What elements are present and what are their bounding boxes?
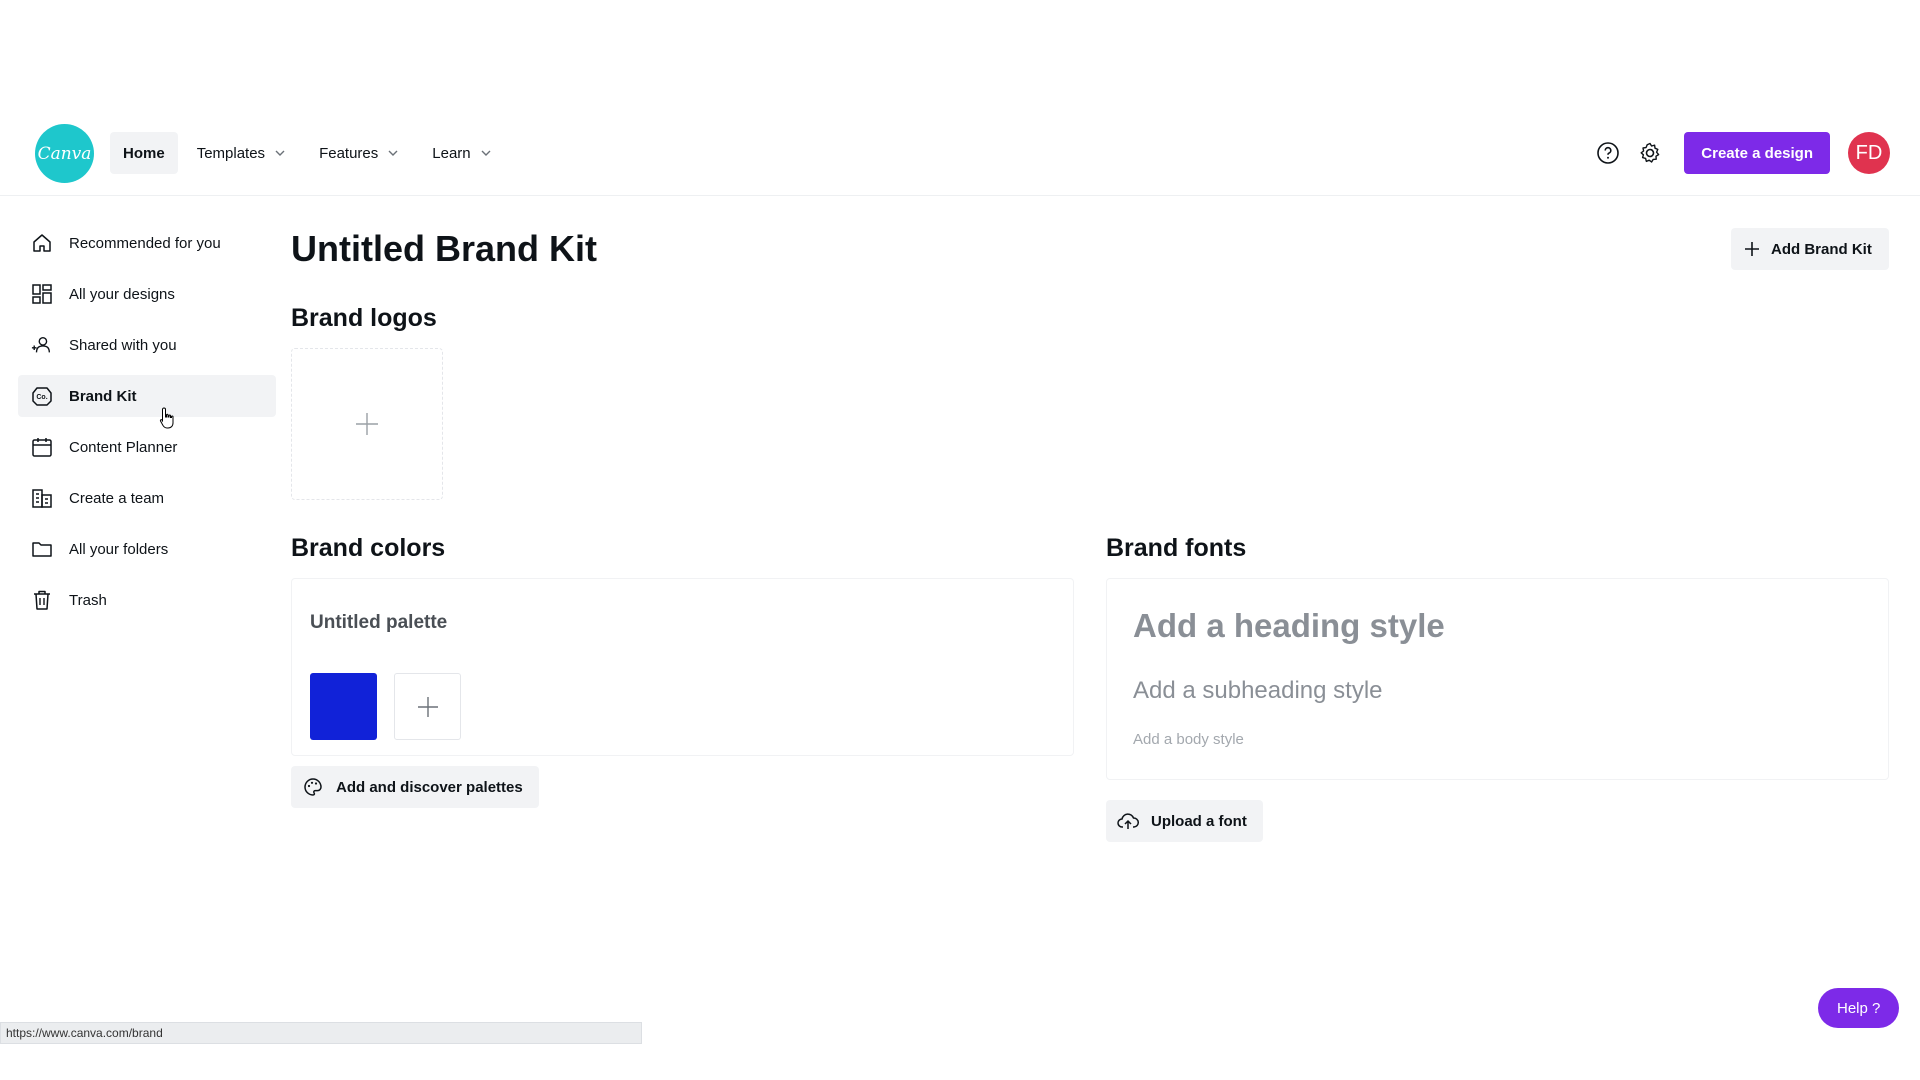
calendar-icon	[31, 436, 53, 458]
chevron-down-icon	[481, 150, 491, 156]
nav-templates[interactable]: Templates	[184, 132, 300, 174]
palette-icon	[302, 776, 324, 798]
add-discover-palettes-label: Add and discover palettes	[336, 778, 523, 796]
sidebar-item-label: Create a team	[69, 489, 165, 507]
sidebar-item-label: Brand Kit	[69, 387, 137, 405]
status-bar-url: https://www.canva.com/brand	[0, 1022, 642, 1044]
nav-templates-label: Templates	[196, 144, 266, 162]
home-icon	[31, 232, 53, 254]
palette-card: Untitled palette	[291, 578, 1074, 756]
add-logo-button[interactable]	[291, 348, 443, 500]
sidebar-item-all-designs[interactable]: All your designs	[18, 273, 276, 315]
add-color-button[interactable]	[394, 673, 461, 740]
nav-learn-label: Learn	[432, 144, 471, 162]
sidebar: Recommended for you All your designs Sha…	[18, 222, 276, 630]
sidebar-item-label: All your designs	[69, 285, 175, 303]
brand-logos-title: Brand logos	[291, 304, 437, 332]
sidebar-item-label: Content Planner	[69, 438, 178, 456]
chevron-down-icon	[388, 150, 398, 156]
logo-text: Canva	[37, 143, 92, 164]
upload-font-button[interactable]: Upload a font	[1106, 800, 1263, 842]
sidebar-item-content-planner[interactable]: Content Planner	[18, 426, 276, 468]
help-button[interactable]: Help ?	[1818, 988, 1900, 1028]
nav-home-label: Home	[123, 144, 165, 162]
sidebar-item-brand-kit[interactable]: Co. Brand Kit	[18, 375, 276, 417]
team-building-icon	[31, 487, 53, 509]
trash-icon	[31, 589, 53, 611]
sidebar-item-create-team[interactable]: Create a team	[18, 477, 276, 519]
nav-learn[interactable]: Learn	[419, 132, 505, 174]
plus-icon	[417, 696, 438, 717]
grid-icon	[31, 283, 53, 305]
heading-style-field[interactable]: Add a heading style	[1133, 607, 1445, 645]
add-brand-kit-label: Add Brand Kit	[1771, 240, 1872, 258]
upload-font-label: Upload a font	[1151, 812, 1247, 830]
sidebar-item-label: Shared with you	[69, 336, 177, 354]
sidebar-item-shared[interactable]: Shared with you	[18, 324, 276, 366]
avatar[interactable]: FD	[1848, 132, 1890, 174]
header-actions: Create a design FD	[1594, 132, 1890, 174]
cloud-upload-icon	[1117, 810, 1139, 832]
plus-icon	[356, 413, 378, 435]
palette-name[interactable]: Untitled palette	[310, 612, 447, 634]
sidebar-item-label: Trash	[69, 591, 107, 609]
subheading-style-field[interactable]: Add a subheading style	[1133, 677, 1383, 705]
top-header: Canva Home Templates Features Learn Crea…	[0, 112, 1920, 196]
top-nav: Home Templates Features Learn	[110, 132, 506, 174]
help-circle-icon[interactable]	[1594, 139, 1622, 167]
add-brand-kit-button[interactable]: Add Brand Kit	[1731, 228, 1889, 270]
shared-people-icon	[31, 334, 53, 356]
plus-icon	[1745, 242, 1759, 256]
sidebar-item-folders[interactable]: All your folders	[18, 528, 276, 570]
canva-logo[interactable]: Canva	[35, 124, 94, 183]
svg-text:Co.: Co.	[36, 394, 47, 401]
sidebar-item-label: Recommended for you	[69, 234, 221, 252]
folder-icon	[31, 538, 53, 560]
hand-cursor-icon	[159, 407, 174, 429]
fonts-card: Add a heading style Add a subheading sty…	[1106, 578, 1889, 780]
color-swatch[interactable]	[310, 673, 377, 740]
add-discover-palettes-button[interactable]: Add and discover palettes	[291, 766, 539, 808]
page-title: Untitled Brand Kit	[291, 228, 597, 269]
create-design-button[interactable]: Create a design	[1684, 132, 1830, 174]
brand-kit-icon: Co.	[31, 385, 53, 407]
brand-colors-title: Brand colors	[291, 534, 446, 562]
brand-fonts-title: Brand fonts	[1106, 534, 1247, 562]
nav-features-label: Features	[319, 144, 379, 162]
chevron-down-icon	[275, 150, 285, 156]
nav-home[interactable]: Home	[110, 132, 178, 174]
sidebar-item-trash[interactable]: Trash	[18, 579, 276, 621]
sidebar-item-recommended[interactable]: Recommended for you	[18, 222, 276, 264]
nav-features[interactable]: Features	[306, 132, 413, 174]
settings-gear-icon[interactable]	[1636, 139, 1664, 167]
body-style-field[interactable]: Add a body style	[1133, 731, 1244, 748]
sidebar-item-label: All your folders	[69, 540, 169, 558]
